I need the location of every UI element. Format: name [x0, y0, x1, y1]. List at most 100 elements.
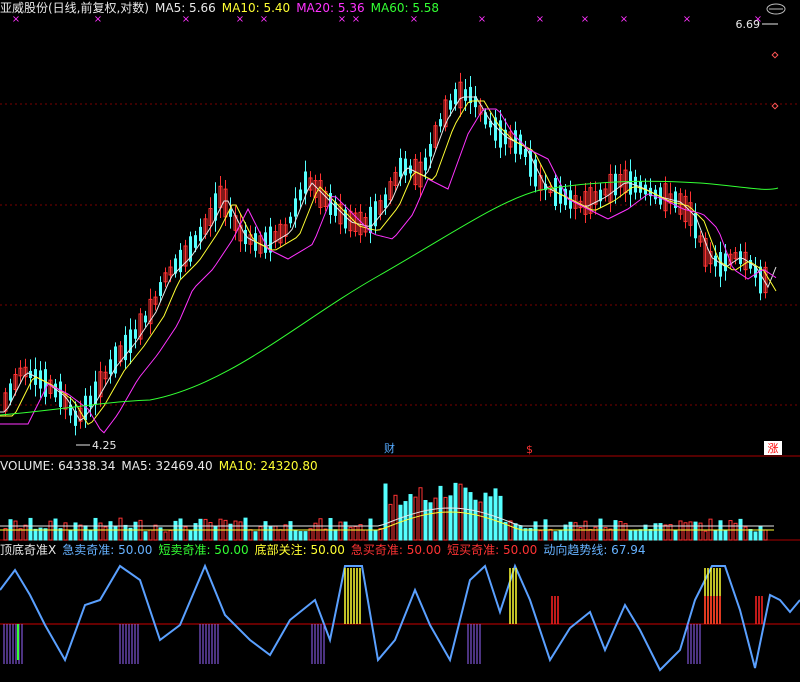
volume-bar: [343, 521, 348, 541]
indicator-lines: [0, 563, 800, 672]
volume-bar: [283, 524, 288, 541]
volume-bar: [468, 492, 473, 541]
candle-body: [144, 315, 147, 323]
high-price-label: 6.69: [736, 18, 761, 31]
volume-bar: [143, 531, 148, 541]
volume-bar: [693, 521, 698, 541]
volume-bar: [573, 522, 578, 541]
volume-bar: [358, 524, 363, 541]
volume-bar: [378, 528, 383, 541]
candle-body: [524, 149, 527, 157]
volume-bars: [0, 482, 774, 541]
volume-bar: [688, 521, 693, 541]
ma10-line: [0, 100, 777, 425]
volume-bar: [263, 521, 268, 541]
volume-bar: [63, 522, 68, 541]
volume-bar: [233, 520, 238, 541]
volume-bar: [393, 494, 398, 541]
candle-body: [499, 120, 502, 148]
volume-bar: [748, 528, 753, 541]
candle-body: [289, 216, 292, 224]
volume-bar: [433, 497, 438, 541]
candle-body: [299, 189, 302, 201]
volume-bar: [178, 518, 183, 541]
volume-bar: [183, 526, 188, 541]
candle-body: [439, 119, 442, 127]
volume-bar: [463, 487, 468, 541]
volume-bar: [288, 521, 293, 541]
candle-body: [9, 383, 12, 401]
volume-bar: [723, 530, 728, 541]
volume-bar: [318, 518, 323, 541]
volume-bar: [578, 526, 583, 541]
volume-bar: [173, 520, 178, 541]
volume-bar: [103, 526, 108, 541]
volume-bar: [243, 517, 248, 541]
volume-bar: [248, 529, 253, 541]
volume-bar: [513, 523, 518, 541]
volume-bar: [548, 528, 553, 541]
x-marker: ×: [182, 14, 190, 25]
volume-bar: [703, 530, 708, 541]
volume-bar: [518, 525, 523, 541]
volume-bar: [258, 526, 263, 541]
volume-bar: [278, 529, 283, 541]
volume-bar: [418, 487, 423, 541]
x-marker: ×: [683, 14, 691, 25]
volume-bar: [153, 524, 158, 541]
stock-chart[interactable]: × × × × × × × × × × × × × × 6.69 4.25 财 $ 涨: [0, 0, 800, 682]
x-marker: ×: [581, 14, 589, 25]
candle-body: [304, 171, 307, 194]
volume-bar: [413, 496, 418, 541]
marker-cai: 财: [384, 441, 395, 455]
volume-bar: [78, 524, 83, 541]
volume-bar: [483, 492, 488, 541]
marker-zhang: 涨: [768, 442, 779, 455]
candle-body: [294, 198, 297, 217]
volume-bar: [28, 517, 33, 541]
volume-bar: [83, 525, 88, 541]
candle-body: [159, 282, 162, 296]
candle-body: [134, 329, 137, 339]
volume-bar: [673, 529, 678, 541]
volume-bar: [408, 494, 413, 541]
candle-body: [244, 229, 247, 245]
volume-bar: [603, 527, 608, 541]
x-marker: ×: [236, 14, 244, 25]
volume-bar: [88, 529, 93, 541]
volume-bar: [13, 520, 18, 541]
volume-bar: [228, 523, 233, 541]
candle-body: [199, 226, 202, 242]
x-marker: ×: [620, 14, 628, 25]
x-marker: ×: [94, 14, 102, 25]
candle-body: [109, 359, 112, 375]
volume-bar: [118, 517, 123, 541]
settings-icon[interactable]: [766, 3, 786, 15]
x-marker: ×: [478, 14, 486, 25]
volume-bar: [478, 501, 483, 541]
x-marker: ×: [260, 14, 268, 25]
volume-bar: [643, 524, 648, 541]
volume-bar: [438, 485, 443, 541]
candle-body: [424, 157, 427, 171]
volume-bar: [628, 529, 633, 541]
volume-bar: [633, 529, 638, 541]
volume-bar: [338, 521, 343, 541]
volume-bar: [293, 530, 298, 541]
candle-body: [464, 89, 467, 101]
volume-bar: [638, 529, 643, 541]
x-marker: ×: [12, 14, 20, 25]
volume-bar: [93, 517, 98, 541]
volume-bar: [333, 529, 338, 541]
candle-body: [454, 89, 457, 105]
volume-bar: [238, 521, 243, 541]
volume-bar: [208, 522, 213, 541]
volume-bar: [593, 526, 598, 541]
volume-bar: [273, 525, 278, 541]
volume-bar: [508, 520, 513, 541]
diamond-icon: [771, 51, 779, 110]
candle-body: [194, 235, 197, 248]
volume-bar: [683, 522, 688, 541]
volume-bar: [568, 521, 573, 541]
volume-bar: [493, 488, 498, 541]
